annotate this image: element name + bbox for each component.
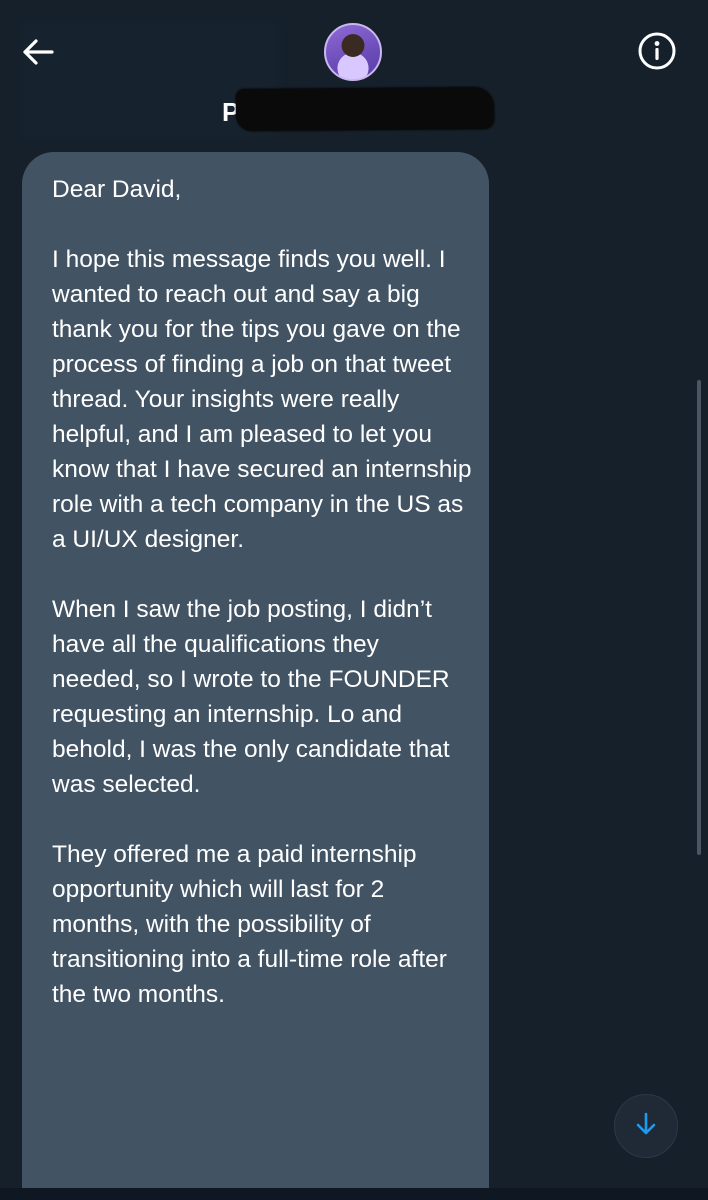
message-paragraph: When I saw the job posting, I didn’t hav… bbox=[52, 596, 450, 798]
dm-conversation-screen: P Dear David, I hope this message finds … bbox=[0, 0, 708, 1200]
message-paragraph: I hope this message finds you well. I wa… bbox=[52, 246, 472, 553]
message-paragraph: They offered me a paid internship opport… bbox=[52, 841, 447, 1008]
info-circle-icon bbox=[637, 31, 677, 75]
scrollbar[interactable] bbox=[697, 380, 701, 855]
message-text: Dear David, I hope this message finds yo… bbox=[52, 172, 472, 1047]
message-paragraph: Dear David, bbox=[52, 176, 182, 203]
arrow-left-icon bbox=[21, 37, 55, 71]
redaction-scribble bbox=[235, 86, 495, 132]
bottom-divider bbox=[0, 1188, 708, 1200]
scroll-to-bottom-button[interactable] bbox=[614, 1094, 678, 1158]
arrow-down-icon bbox=[634, 1111, 658, 1141]
conversation-info-button[interactable] bbox=[636, 32, 678, 74]
contact-avatar[interactable] bbox=[324, 23, 382, 81]
back-button[interactable] bbox=[18, 34, 58, 74]
